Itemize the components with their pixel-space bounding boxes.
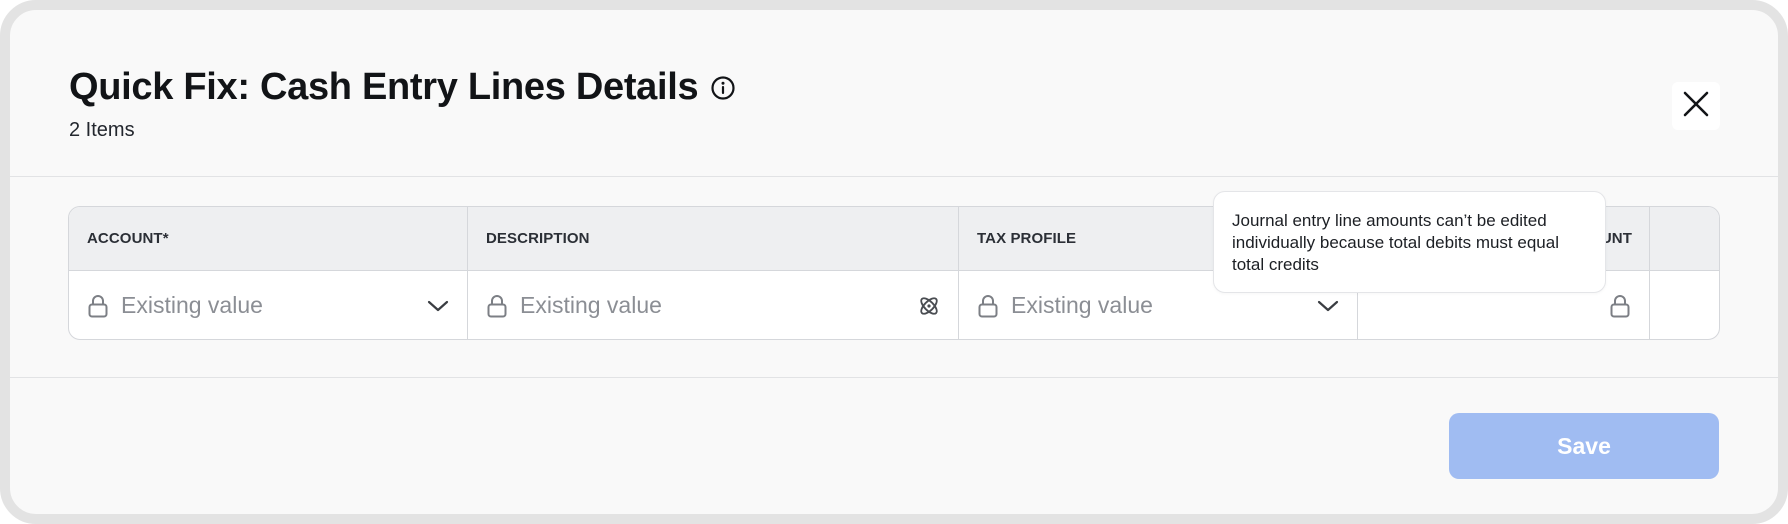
lock-icon (486, 294, 508, 318)
tax-profile-value: Existing value (1011, 292, 1153, 318)
lock-icon (87, 294, 109, 318)
modal-header: Quick Fix: Cash Entry Lines Details (69, 66, 736, 109)
column-header-account: ACCOUNT* (87, 230, 169, 247)
header-divider (10, 176, 1778, 177)
description-value: Existing value (520, 292, 662, 318)
column-header-description: DESCRIPTION (486, 230, 590, 247)
save-button[interactable]: Save (1449, 413, 1719, 479)
ai-atom-icon[interactable] (916, 293, 942, 319)
close-icon (1682, 90, 1710, 123)
footer-divider (10, 377, 1778, 378)
account-select[interactable]: Existing value (69, 271, 467, 339)
info-circle-icon[interactable] (710, 75, 736, 101)
account-value: Existing value (121, 292, 263, 318)
close-button[interactable] (1672, 82, 1720, 130)
lock-icon (1607, 293, 1633, 319)
quick-fix-modal: Quick Fix: Cash Entry Lines Details 2 It… (0, 0, 1788, 524)
amount-locked-tooltip: Journal entry line amounts can’t be edit… (1213, 191, 1606, 293)
chevron-down-icon[interactable] (425, 293, 451, 319)
row-actions-cell (1650, 271, 1719, 339)
lock-icon (977, 294, 999, 318)
items-count: 2 Items (69, 119, 135, 141)
modal-title: Quick Fix: Cash Entry Lines Details (69, 66, 699, 108)
chevron-down-icon[interactable] (1315, 293, 1341, 319)
description-field[interactable]: Existing value (468, 271, 958, 339)
